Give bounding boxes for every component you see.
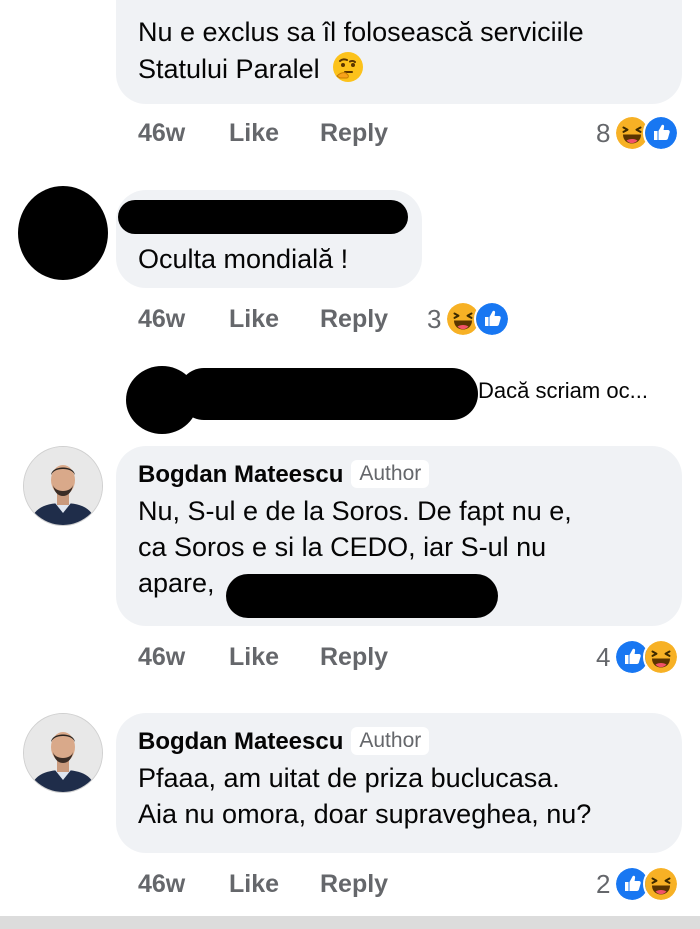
timestamp[interactable]: 46w [138,305,185,334]
haha-reaction-icon [643,639,680,675]
like-reaction-icon [474,301,511,337]
comment-text-line: Nu e exclus sa îl folosească serviciile [138,17,584,47]
like-button[interactable]: Like [229,870,279,899]
bottom-divider [0,916,700,929]
timestamp[interactable]: 46w [138,119,185,148]
comment-text-line: apare, [138,568,215,598]
comment-bubble: Oculta mondială ! [116,190,422,288]
reaction-count: 8 [596,117,611,148]
avatar[interactable] [23,446,103,526]
reply-button[interactable]: Reply [320,305,388,334]
reaction-summary[interactable]: 8 [596,115,680,151]
comment-text-line: Aia nu omora, doar supraveghea, nu? [138,799,592,829]
timestamp[interactable]: 46w [138,870,185,899]
like-button[interactable]: Like [229,643,279,672]
like-reaction-icon [643,115,680,151]
comment-text: Nu e exclus sa îl folosească serviciile … [138,14,660,87]
redacted-text [226,574,498,618]
comment-text-line: Statului Paralel [138,54,320,84]
reply-button[interactable]: Reply [320,643,388,672]
like-button[interactable]: Like [229,119,279,148]
thinking-face-icon [333,52,364,82]
person-photo [24,447,102,525]
person-photo [24,714,102,792]
reply-button[interactable]: Reply [320,119,388,148]
comment-text: Pfaaa, am uitat de priza buclucasa. Aia … [138,760,660,832]
redacted-reply-name [178,368,478,420]
timestamp[interactable]: 46w [138,643,185,672]
redacted-author-name [118,200,408,234]
author-badge: Author [351,460,430,488]
comment-bubble: Bogdan Mateescu Author Pfaaa, am uitat de… [116,713,682,853]
comment-text-line: ca Soros e si la CEDO, iar S-ul nu [138,532,547,562]
author-name[interactable]: Bogdan Mateescu [138,461,343,488]
reaction-summary[interactable]: 2 [596,866,680,902]
avatar[interactable] [23,713,103,793]
comment-text: Oculta mondială ! [138,244,349,274]
reply-button[interactable]: Reply [320,870,388,899]
haha-reaction-icon [643,866,680,902]
reaction-count: 2 [596,868,611,899]
comment-bubble: Bogdan Mateescu Author Nu, S-ul e de la S… [116,446,682,626]
reaction-summary[interactable]: 3 [427,301,511,337]
reply-preview-text[interactable]: Dacă scriam oc... [478,378,648,404]
author-name[interactable]: Bogdan Mateescu [138,728,343,755]
reaction-count: 3 [427,303,442,334]
author-badge: Author [351,727,430,755]
comment-text-line: Nu, S-ul e de la Soros. De fapt nu e, [138,496,572,526]
comment-bubble: Nu e exclus sa îl folosească serviciile … [116,0,682,104]
comment-text-line: Pfaaa, am uitat de priza buclucasa. [138,763,560,793]
redacted-avatar [18,186,108,280]
like-button[interactable]: Like [229,305,279,334]
reaction-summary[interactable]: 4 [596,639,680,675]
reaction-count: 4 [596,641,611,672]
